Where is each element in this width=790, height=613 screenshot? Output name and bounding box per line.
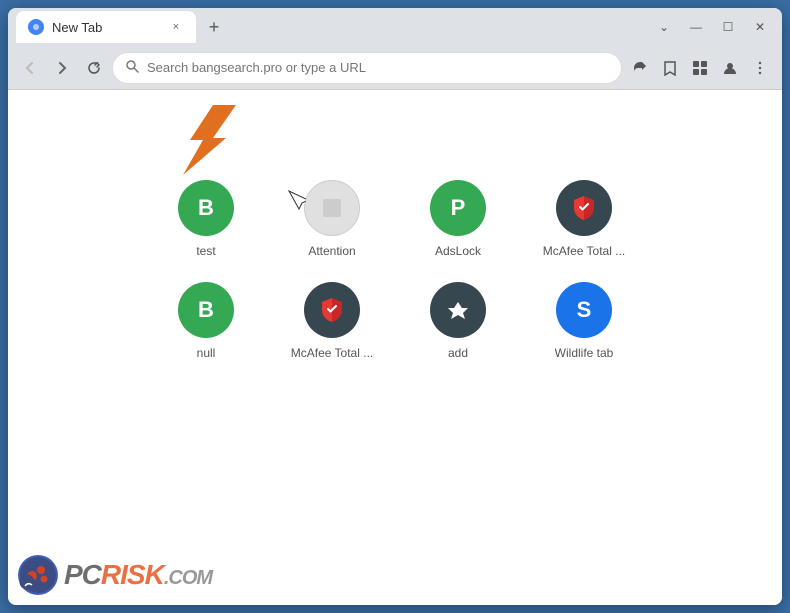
app-label-mcafee1: McAfee Total ...	[543, 244, 625, 258]
apps-grid: B test Attention P AdsLock	[151, 180, 639, 360]
watermark-text: PCRISK.COM	[64, 559, 212, 591]
search-icon	[125, 59, 139, 76]
address-input[interactable]	[147, 60, 609, 75]
active-tab[interactable]: New Tab ×	[16, 11, 196, 43]
new-tab-button[interactable]: +	[200, 13, 228, 41]
app-item-mcafee1[interactable]: McAfee Total ...	[529, 180, 639, 258]
toolbar	[8, 46, 782, 90]
profile-button[interactable]	[716, 54, 744, 82]
app-icon-mcafee2	[304, 282, 360, 338]
app-label-adslock: AdsLock	[435, 244, 481, 258]
close-button[interactable]: ✕	[746, 17, 774, 37]
app-label-attention: Attention	[308, 244, 355, 258]
app-icon-wildlife: S	[556, 282, 612, 338]
forward-button[interactable]	[48, 54, 76, 82]
app-icon-adslock: P	[430, 180, 486, 236]
app-icon-null: B	[178, 282, 234, 338]
app-icon-mcafee1	[556, 180, 612, 236]
title-bar: New Tab × + ⌄ — ☐ ✕	[8, 8, 782, 46]
app-icon-add	[430, 282, 486, 338]
minimize-button[interactable]: —	[682, 17, 710, 37]
app-item-adslock[interactable]: P AdsLock	[403, 180, 513, 258]
watermark: PCRISK.COM	[18, 555, 212, 595]
app-icon-test: B	[178, 180, 234, 236]
app-item-wildlife[interactable]: S Wildlife tab	[529, 282, 639, 360]
back-button[interactable]	[16, 54, 44, 82]
tab-title: New Tab	[52, 20, 160, 35]
browser-window: New Tab × + ⌄ — ☐ ✕	[8, 8, 782, 605]
toolbar-actions	[626, 54, 774, 82]
reload-button[interactable]	[80, 54, 108, 82]
app-item-mcafee2[interactable]: McAfee Total ...	[277, 282, 387, 360]
app-icon-attention	[304, 180, 360, 236]
share-button[interactable]	[626, 54, 654, 82]
browser-content: B test Attention P AdsLock	[8, 90, 782, 605]
chevron-down-icon[interactable]: ⌄	[650, 17, 678, 37]
menu-button[interactable]	[746, 54, 774, 82]
extensions-button[interactable]	[686, 54, 714, 82]
app-label-mcafee2: McAfee Total ...	[291, 346, 373, 360]
watermark-logo	[18, 555, 58, 595]
arrow-annotation	[168, 100, 248, 180]
app-item-attention[interactable]: Attention	[277, 180, 387, 258]
app-label-add: add	[448, 346, 468, 360]
tab-favicon	[28, 19, 44, 35]
maximize-button[interactable]: ☐	[714, 17, 742, 37]
app-item-null[interactable]: B null	[151, 282, 261, 360]
tab-close-button[interactable]: ×	[168, 19, 184, 35]
app-label-wildlife: Wildlife tab	[555, 346, 614, 360]
bookmark-button[interactable]	[656, 54, 684, 82]
app-item-add[interactable]: add	[403, 282, 513, 360]
address-bar[interactable]	[112, 52, 622, 84]
app-label-null: null	[197, 346, 216, 360]
window-controls: ⌄ — ☐ ✕	[650, 17, 774, 37]
app-label-test: test	[196, 244, 215, 258]
app-item-test[interactable]: B test	[151, 180, 261, 258]
